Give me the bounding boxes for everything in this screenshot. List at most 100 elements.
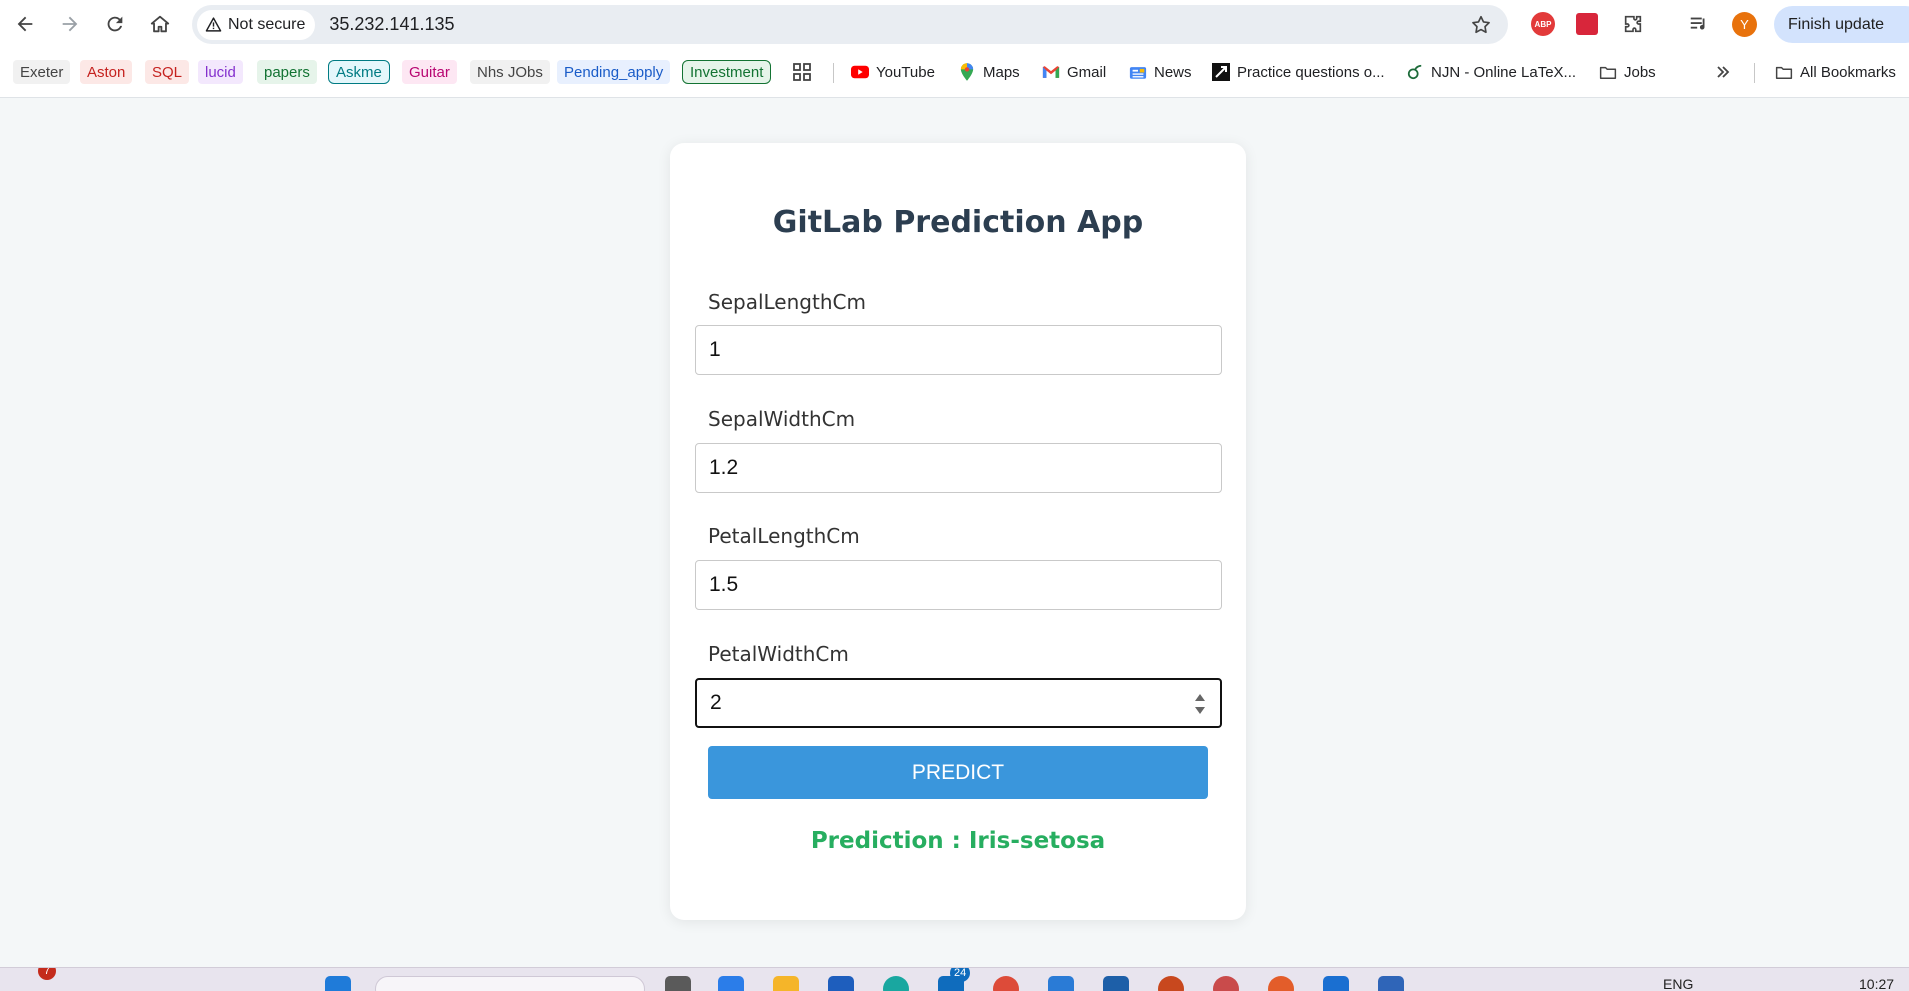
petal-length-input[interactable] <box>695 560 1222 610</box>
folder-icon <box>1599 63 1617 81</box>
bookmark-folder-jobs[interactable]: Jobs <box>1599 60 1656 84</box>
media-queue-icon <box>1690 17 1705 30</box>
bookmark-label: Pending_apply <box>564 63 664 81</box>
taskbar-app-icon[interactable] <box>1378 976 1404 991</box>
finish-update-label: Finish update <box>1788 15 1885 33</box>
petal-width-input[interactable] <box>695 678 1222 728</box>
mendeley-icon <box>1576 13 1598 35</box>
bookmark-separator <box>833 63 834 83</box>
bookmark-label: Guitar <box>409 63 450 81</box>
bookmark-label: Nhs JObs <box>477 63 543 81</box>
bookmark-folder-guitar[interactable]: Guitar <box>402 60 457 84</box>
taskbar-app-icon[interactable] <box>1323 976 1349 991</box>
chrome-profile-icon[interactable] <box>1268 976 1294 991</box>
media-controls-button[interactable] <box>1686 11 1712 37</box>
bookmark-folder-investment[interactable]: Investment <box>682 60 772 84</box>
bookmark-label: Maps <box>983 63 1020 81</box>
sepal-width-input[interactable] <box>695 443 1222 493</box>
adblock-extension-button[interactable]: ABP <box>1530 11 1556 37</box>
bookmark-folder-exeter[interactable]: Exeter <box>13 60 71 84</box>
prediction-form-card: GitLab Prediction App SepalLengthCm Sepa… <box>670 143 1246 920</box>
bookmark-label: Askme <box>336 63 382 81</box>
overleaf-icon <box>1406 63 1424 81</box>
bookmark-label: Aston <box>87 63 126 81</box>
bookmark-news[interactable]: News <box>1129 60 1192 84</box>
bookmark-njn-latex[interactable]: NJN - Online LaTeX... <box>1406 60 1576 84</box>
taskbar-app-icon[interactable] <box>1213 976 1239 991</box>
back-button[interactable] <box>10 9 40 39</box>
task-view-icon[interactable] <box>665 976 691 991</box>
all-bookmarks-button[interactable]: All Bookmarks <box>1775 60 1896 84</box>
arrow-left-icon <box>17 16 33 32</box>
extensions-button[interactable] <box>1620 11 1646 37</box>
widgets-badge[interactable]: 7 <box>38 968 56 980</box>
bookmark-label: All Bookmarks <box>1800 63 1896 81</box>
bookmark-separator <box>1754 63 1755 83</box>
taskbar-app-icon[interactable] <box>1158 976 1184 991</box>
bookmark-label: NJN - Online LaTeX... <box>1431 63 1577 81</box>
sepal-width-label: SepalWidthCm <box>708 407 856 431</box>
number-stepper-icon[interactable] <box>1193 691 1207 717</box>
file-explorer-icon[interactable] <box>773 976 799 991</box>
forward-button[interactable] <box>55 9 85 39</box>
bookmark-label: Gmail <box>1067 63 1107 81</box>
input-language[interactable]: ENG <box>1663 976 1693 991</box>
bookmark-folder-askme[interactable]: Askme <box>328 60 390 84</box>
bookmark-label: YouTube <box>876 63 935 81</box>
petal-length-label: PetalLengthCm <box>708 524 860 548</box>
bookmark-star-icon[interactable] <box>1470 14 1492 36</box>
bookmark-folder-nhs-jobs[interactable]: Nhs JObs <box>470 60 550 84</box>
bookmark-label: Practice questions o... <box>1237 63 1385 81</box>
bookmark-label: Exeter <box>20 63 64 81</box>
bookmark-maps[interactable]: Maps <box>958 60 1020 84</box>
bookmark-folder-pending-apply[interactable]: Pending_apply <box>557 60 671 84</box>
warning-icon <box>205 17 222 32</box>
taskbar-app-icon[interactable] <box>718 976 744 991</box>
adblock-icon: ABP <box>1531 12 1555 36</box>
taskbar-app-icon[interactable] <box>1103 976 1129 991</box>
bookmark-folder-aston[interactable]: Aston <box>80 60 133 84</box>
bookmarks-bar: Exeter Aston SQL lucid papers Askme Guit… <box>0 49 1909 98</box>
mail-badge: 24 <box>950 968 971 982</box>
apps-button[interactable] <box>792 60 812 84</box>
bookmark-folder-sql[interactable]: SQL <box>145 60 190 84</box>
puzzle-icon <box>1624 15 1642 33</box>
prediction-result: Prediction : Iris-setosa <box>810 828 1106 854</box>
address-bar[interactable]: Not secure 35.232.141.135 <box>192 5 1508 44</box>
page-title: GitLab Prediction App <box>772 205 1144 240</box>
bookmark-label: Investment <box>690 63 764 81</box>
clock-time[interactable]: 10:27 <box>1859 976 1894 991</box>
sepal-length-input[interactable] <box>695 325 1222 375</box>
os-taskbar: 7 24 ENG 10:27 <box>0 967 1909 991</box>
mendeley-extension-button[interactable] <box>1574 11 1600 37</box>
vscode-icon[interactable] <box>1048 976 1074 991</box>
gmail-icon <box>1042 63 1060 81</box>
home-button[interactable] <box>145 9 175 39</box>
edge-icon[interactable] <box>883 976 909 991</box>
home-icon <box>150 15 170 33</box>
finish-update-button[interactable]: Finish update ⋮ <box>1774 6 1909 43</box>
taskbar-app-icon[interactable] <box>828 976 854 991</box>
security-indicator[interactable]: Not secure <box>197 9 316 40</box>
bookmark-practice-questions[interactable]: Practice questions o... <box>1212 60 1385 84</box>
bookmark-gmail[interactable]: Gmail <box>1042 60 1106 84</box>
bookmark-folder-papers[interactable]: papers <box>257 60 317 84</box>
url-text[interactable]: 35.232.141.135 <box>329 14 454 35</box>
browser-toolbar: Not secure 35.232.141.135 ABP Y Finish u… <box>0 0 1909 49</box>
reload-button[interactable] <box>100 9 130 39</box>
predict-button[interactable]: PREDICT <box>708 746 1208 799</box>
bookmark-label: Jobs <box>1624 63 1656 81</box>
maps-pin-icon <box>958 63 976 81</box>
profile-avatar[interactable]: Y <box>1732 12 1757 37</box>
bookmarks-overflow-button[interactable] <box>1715 60 1731 84</box>
bookmark-folder-lucid[interactable]: lucid <box>198 60 243 84</box>
bookmark-label: SQL <box>152 63 183 81</box>
search-box[interactable] <box>375 976 645 991</box>
start-button[interactable] <box>325 976 351 991</box>
chrome-icon[interactable] <box>993 976 1019 991</box>
arrow-right-icon <box>62 16 78 32</box>
security-label: Not secure <box>228 15 306 33</box>
bookmark-youtube[interactable]: YouTube <box>851 60 935 84</box>
folder-icon <box>1775 63 1793 81</box>
apps-grid-icon <box>793 63 811 81</box>
